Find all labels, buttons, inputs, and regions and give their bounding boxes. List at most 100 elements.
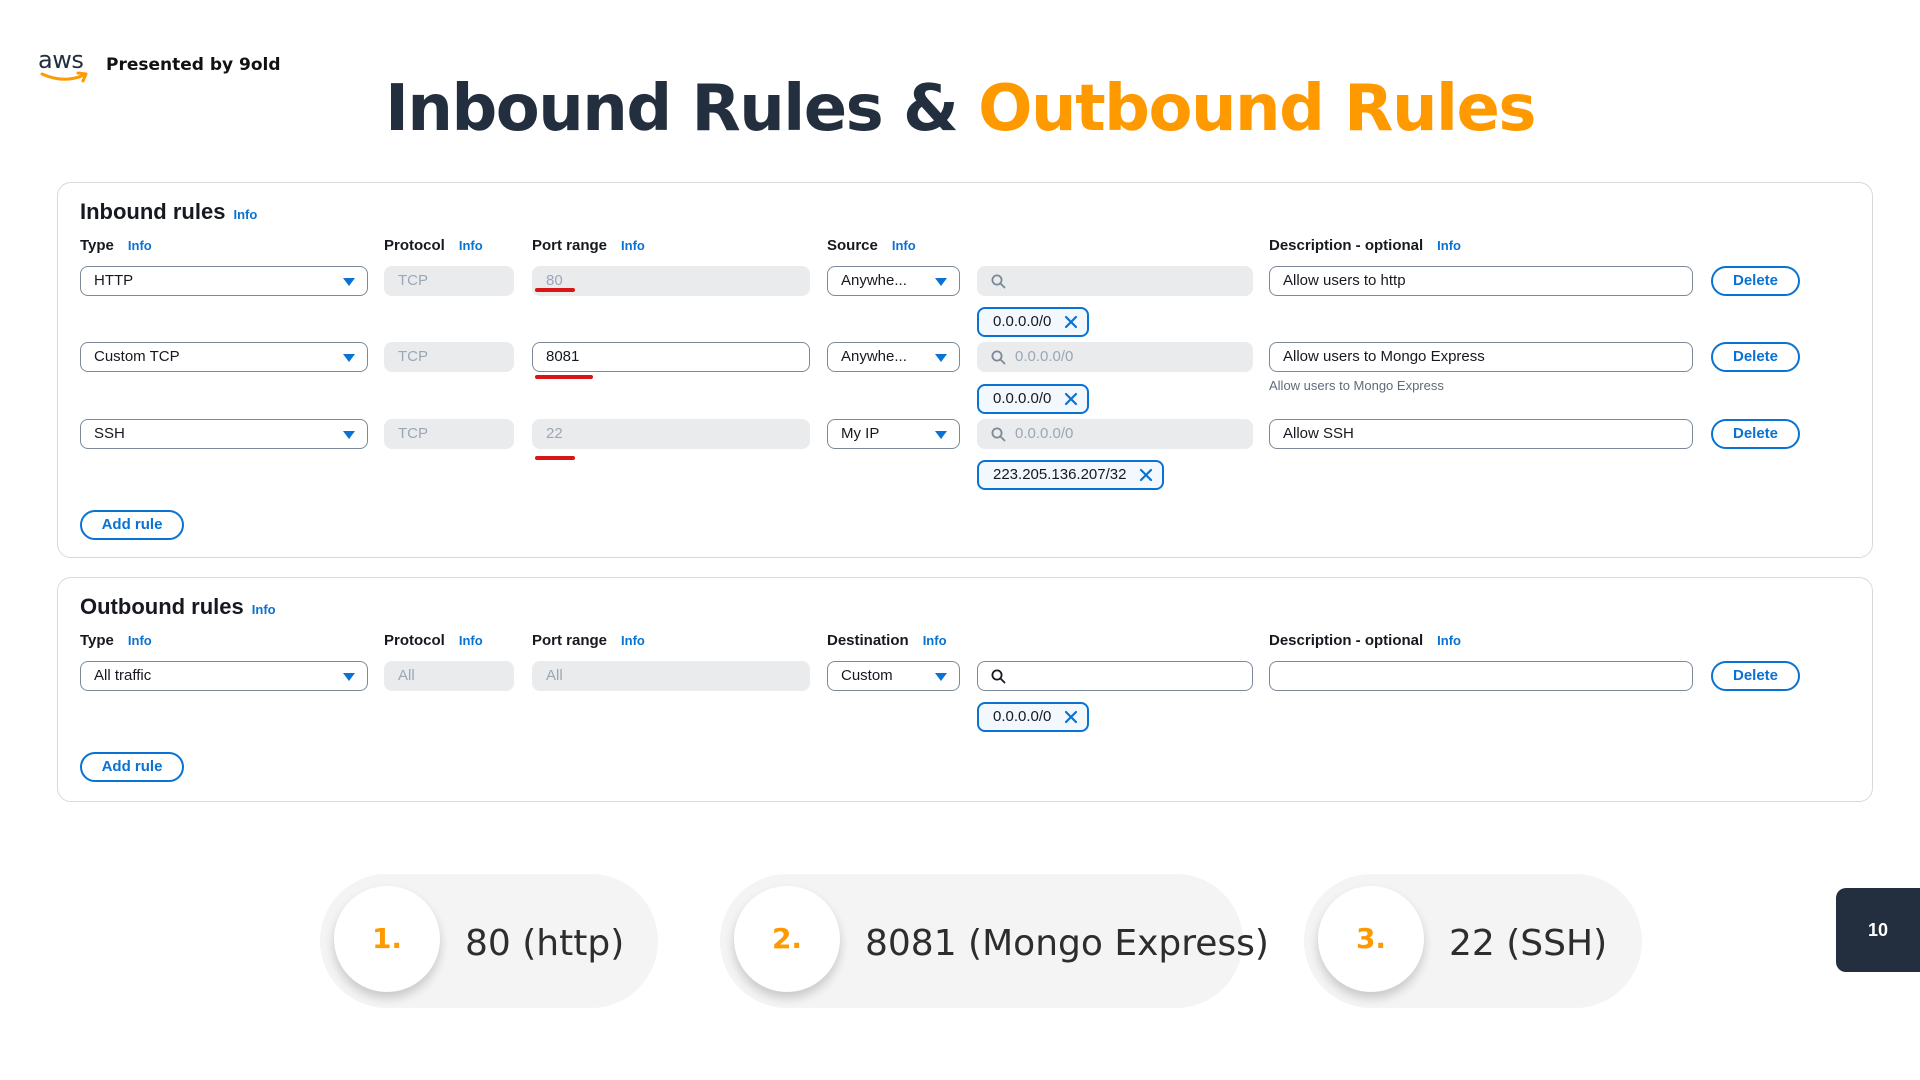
type-value: All traffic (94, 667, 152, 684)
token-value: 0.0.0.0/0 (993, 708, 1052, 725)
outbound-rules-title: Outbound rules Info (80, 594, 276, 620)
cidr-token: 223.205.136.207/32 (977, 460, 1165, 490)
callout-number: 3. (1318, 886, 1424, 992)
port-value: 80 (546, 272, 563, 289)
info-link[interactable]: Info (1437, 633, 1461, 648)
delete-button[interactable]: Delete (1711, 661, 1800, 691)
description-input[interactable] (1269, 661, 1693, 691)
token-value: 223.205.136.207/32 (993, 466, 1127, 483)
source-value: My IP (841, 425, 880, 442)
protocol-field: TCP (384, 419, 514, 449)
col-protocol-label: Protocol (384, 632, 445, 649)
type-select[interactable]: HTTP (80, 266, 368, 296)
description-input[interactable]: Allow users to Mongo Express (1269, 342, 1693, 372)
col-header-port-range: Port range Info (532, 237, 645, 254)
destination-select[interactable]: Custom (827, 661, 960, 691)
col-protocol-label: Protocol (384, 237, 445, 254)
col-type-label: Type (80, 237, 114, 254)
cidr-search-input[interactable] (977, 266, 1253, 296)
caret-down-icon (343, 673, 355, 681)
col-header-description: Description - optional Info (1269, 632, 1461, 649)
info-link[interactable]: Info (892, 238, 916, 253)
add-rule-button[interactable]: Add rule (80, 510, 184, 540)
info-link[interactable]: Info (252, 602, 276, 617)
inbound-rules-panel: Inbound rules Info Type Info Protocol Info … (57, 182, 1873, 558)
col-description-label: Description - optional (1269, 632, 1424, 649)
callout-number: 1. (334, 886, 440, 992)
close-icon[interactable] (1063, 391, 1079, 407)
close-icon[interactable] (1063, 314, 1079, 330)
callout-number: 2. (734, 886, 840, 992)
inbound-rules-title: Inbound rules Info (80, 199, 257, 225)
info-link[interactable]: Info (923, 633, 947, 648)
type-select[interactable]: All traffic (80, 661, 368, 691)
port-value: 8081 (546, 348, 580, 365)
type-value: Custom TCP (94, 348, 180, 365)
info-link[interactable]: Info (1437, 238, 1461, 253)
delete-button[interactable]: Delete (1711, 419, 1800, 449)
type-select[interactable]: SSH (80, 419, 368, 449)
description-value: Allow users to http (1283, 272, 1406, 289)
col-port-range-label: Port range (532, 237, 608, 254)
col-source-label: Source (827, 237, 878, 254)
callout-text: 8081 (Mongo Express) (865, 923, 1269, 964)
protocol-field: All (384, 661, 514, 691)
source-value: Anywhe... (841, 272, 907, 289)
port-range-field[interactable]: 22 (532, 419, 810, 449)
description-input[interactable]: Allow users to http (1269, 266, 1693, 296)
protocol-value: TCP (398, 425, 428, 442)
callout-port-22: 3. 22 (SSH) (1304, 874, 1642, 1008)
cidr-token: 0.0.0.0/0 (977, 307, 1090, 337)
outbound-rules-heading: Outbound rules (80, 594, 244, 619)
close-icon[interactable] (1063, 709, 1079, 725)
info-link[interactable]: Info (621, 633, 645, 648)
col-type-label: Type (80, 632, 114, 649)
inbound-rules-heading: Inbound rules (80, 199, 226, 224)
cidr-search-input[interactable] (977, 661, 1253, 691)
description-value: Allow SSH (1283, 425, 1354, 442)
search-placeholder: 0.0.0.0/0 (1015, 425, 1074, 442)
search-icon (991, 427, 1006, 442)
col-header-type: Type Info (80, 237, 152, 254)
aws-logo-text: aws (38, 46, 84, 74)
type-value: SSH (94, 425, 125, 442)
info-link[interactable]: Info (128, 633, 152, 648)
caret-down-icon (935, 354, 947, 362)
source-select[interactable]: Anywhe... (827, 266, 960, 296)
red-underline (535, 375, 593, 379)
source-select[interactable]: Anywhe... (827, 342, 960, 372)
delete-button[interactable]: Delete (1711, 266, 1800, 296)
cidr-search-input[interactable]: 0.0.0.0/0 (977, 419, 1253, 449)
delete-button[interactable]: Delete (1711, 342, 1800, 372)
info-link[interactable]: Info (233, 207, 257, 222)
protocol-value: TCP (398, 272, 428, 289)
col-header-protocol: Protocol Info (384, 632, 483, 649)
caret-down-icon (935, 278, 947, 286)
type-select[interactable]: Custom TCP (80, 342, 368, 372)
type-value: HTTP (94, 272, 134, 289)
protocol-field: TCP (384, 342, 514, 372)
title-main: Inbound Rules & (385, 72, 959, 146)
caret-down-icon (935, 431, 947, 439)
destination-value: Custom (841, 667, 893, 684)
description-value: Allow users to Mongo Express (1283, 348, 1485, 365)
close-icon[interactable] (1138, 467, 1154, 483)
page-number: 10 (1836, 888, 1920, 972)
port-value: All (546, 667, 563, 684)
token-value: 0.0.0.0/0 (993, 313, 1052, 330)
port-range-field[interactable]: 8081 (532, 342, 810, 372)
source-select[interactable]: My IP (827, 419, 960, 449)
callout-port-80: 1. 80 (http) (320, 874, 658, 1008)
info-link[interactable]: Info (459, 238, 483, 253)
info-link[interactable]: Info (621, 238, 645, 253)
cidr-search-input[interactable]: 0.0.0.0/0 (977, 342, 1253, 372)
col-port-range-label: Port range (532, 632, 608, 649)
add-rule-button[interactable]: Add rule (80, 752, 184, 782)
callout-text: 22 (SSH) (1449, 923, 1608, 964)
info-link[interactable]: Info (128, 238, 152, 253)
outbound-rules-panel: Outbound rules Info Type Info Protocol Info… (57, 577, 1873, 802)
description-input[interactable]: Allow SSH (1269, 419, 1693, 449)
info-link[interactable]: Info (459, 633, 483, 648)
search-icon (991, 669, 1006, 684)
caret-down-icon (935, 673, 947, 681)
